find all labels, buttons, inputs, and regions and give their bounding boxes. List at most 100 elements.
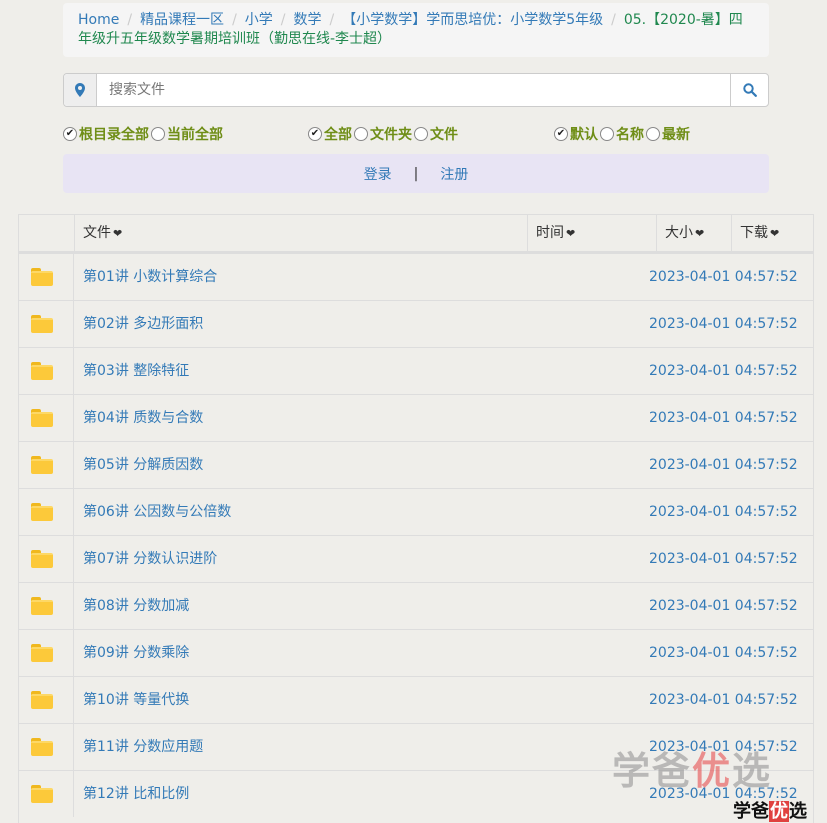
table-row[interactable]: 第05讲 分解质因数 2023-04-01 04:57:52 <box>19 441 813 488</box>
table-row[interactable]: 第01讲 小数计算综合 2023-04-01 04:57:52 <box>19 253 813 300</box>
folder-timestamp[interactable]: 2023-04-01 04:57:52 <box>649 677 798 724</box>
folder-timestamp[interactable]: 2023-04-01 04:57:52 <box>649 489 798 536</box>
folder-link[interactable]: 第11讲 分数应用题 <box>83 724 203 771</box>
folder-timestamp[interactable]: 2023-04-01 04:57:52 <box>649 301 798 348</box>
column-file[interactable]: 文件 ❤ <box>74 215 527 251</box>
folder-icon <box>31 362 53 380</box>
auth-bar: 登录 | 注册 <box>63 154 769 193</box>
folder-icon-cell <box>19 630 74 676</box>
breadcrumb-separator: / <box>280 12 286 28</box>
column-size[interactable]: 大小 ❤ <box>656 215 731 251</box>
folder-link[interactable]: 第04讲 质数与合数 <box>83 395 203 442</box>
breadcrumb-separator: / <box>611 12 616 28</box>
option-sort-default[interactable]: ✔ 默认 <box>554 124 598 144</box>
watermark-badge: 学爸优选 <box>733 801 807 822</box>
folder-link[interactable]: 第06讲 公因数与公倍数 <box>83 489 231 536</box>
folder-timestamp[interactable]: 2023-04-01 04:57:52 <box>649 442 798 489</box>
breadcrumb: Home / 精品课程一区 / 小学 / 数学 / 【小学数学】学而思培优：小学数学5年级/05… <box>63 3 769 57</box>
option-root-all[interactable]: ✔ 根目录全部 <box>63 124 149 144</box>
option-type-all[interactable]: ✔ 全部 <box>308 124 352 144</box>
table-row[interactable]: 第06讲 公因数与公倍数 2023-04-01 04:57:52 <box>19 488 813 535</box>
search-button[interactable] <box>730 74 768 106</box>
folder-icon <box>31 315 53 333</box>
folder-icon <box>31 738 53 756</box>
breadcrumb-separator: / <box>127 12 133 28</box>
breadcrumb-course[interactable]: 【小学数学】学而思培优：小学数学5年级 <box>342 12 603 28</box>
breadcrumb-primary[interactable]: 小学 <box>245 12 273 28</box>
folder-icon-cell <box>19 395 74 441</box>
folder-timestamp[interactable]: 2023-04-01 04:57:52 <box>649 395 798 442</box>
table-row[interactable]: 第07讲 分数认识进阶 2023-04-01 04:57:52 <box>19 535 813 582</box>
folder-link[interactable]: 第12讲 比和比例 <box>83 771 189 818</box>
sort-caret-icon: ❤ <box>695 227 705 240</box>
auth-separator: | <box>413 165 419 182</box>
folder-timestamp[interactable]: 2023-04-01 04:57:52 <box>649 583 798 630</box>
type-filter: ✔ 全部 文件夹 文件 <box>308 124 460 144</box>
folder-link[interactable]: 第08讲 分数加减 <box>83 583 189 630</box>
checkbox[interactable] <box>151 127 165 141</box>
folder-icon-cell <box>19 677 74 723</box>
folder-link[interactable]: 第05讲 分解质因数 <box>83 442 203 489</box>
breadcrumb-math[interactable]: 数学 <box>294 12 322 28</box>
folder-link[interactable]: 第09讲 分数乘除 <box>83 630 189 677</box>
sort-caret-icon: ❤ <box>113 227 123 240</box>
option-current-all[interactable]: 当前全部 <box>151 124 223 144</box>
folder-link[interactable]: 第03讲 整除特征 <box>83 348 189 395</box>
sort-caret-icon: ❤ <box>770 227 780 240</box>
folder-icon <box>31 691 53 709</box>
folder-icon-cell <box>19 771 74 817</box>
folder-icon <box>31 268 53 286</box>
table-row[interactable]: 第08讲 分数加减 2023-04-01 04:57:52 <box>19 582 813 629</box>
folder-timestamp[interactable]: 2023-04-01 04:57:52 <box>649 254 798 301</box>
search-bar <box>63 73 769 107</box>
option-sort-newest[interactable]: 最新 <box>646 124 690 144</box>
folder-icon-cell <box>19 348 74 394</box>
folder-icon <box>31 550 53 568</box>
breadcrumb-zone[interactable]: 精品课程一区 <box>140 12 224 28</box>
checkbox[interactable] <box>646 127 660 141</box>
folder-link[interactable]: 第02讲 多边形面积 <box>83 301 203 348</box>
folder-icon <box>31 456 53 474</box>
folder-link[interactable]: 第07讲 分数认识进阶 <box>83 536 217 583</box>
login-link[interactable]: 登录 <box>364 164 392 184</box>
folder-icon-cell <box>19 254 74 300</box>
option-type-file[interactable]: 文件 <box>414 124 458 144</box>
column-download[interactable]: 下载 ❤ <box>731 215 813 251</box>
folder-link[interactable]: 第10讲 等量代换 <box>83 677 189 724</box>
sort-caret-icon: ❤ <box>566 227 576 240</box>
checkbox[interactable] <box>414 127 428 141</box>
breadcrumb-home[interactable]: Home <box>78 12 119 28</box>
option-type-folder[interactable]: 文件夹 <box>354 124 412 144</box>
folder-timestamp[interactable]: 2023-04-01 04:57:52 <box>649 536 798 583</box>
search-input[interactable] <box>97 74 730 106</box>
table-header: 文件 ❤ 时间 ❤ 大小 ❤ 下载 ❤ <box>19 215 813 253</box>
table-row[interactable]: 第10讲 等量代换 2023-04-01 04:57:52 <box>19 676 813 723</box>
scope-filter: ✔ 根目录全部 当前全部 <box>63 124 225 144</box>
folder-icon-cell <box>19 724 74 770</box>
folder-icon-cell <box>19 583 74 629</box>
register-link[interactable]: 注册 <box>440 164 468 184</box>
table-row[interactable]: 第03讲 整除特征 2023-04-01 04:57:52 <box>19 347 813 394</box>
option-sort-name[interactable]: 名称 <box>600 124 644 144</box>
table-row[interactable]: 第02讲 多边形面积 2023-04-01 04:57:52 <box>19 300 813 347</box>
column-time[interactable]: 时间 ❤ <box>527 215 656 251</box>
folder-icon-cell <box>19 489 74 535</box>
folder-timestamp[interactable]: 2023-04-01 04:57:52 <box>649 348 798 395</box>
watermark-logo: 学爸优选 <box>612 749 773 793</box>
folder-icon-cell <box>19 536 74 582</box>
checkbox[interactable] <box>354 127 368 141</box>
folder-icon <box>31 644 53 662</box>
sort-filter: ✔ 默认 名称 最新 <box>554 124 692 144</box>
checkbox[interactable]: ✔ <box>308 127 322 141</box>
folder-icon <box>31 503 53 521</box>
checkbox[interactable]: ✔ <box>63 127 77 141</box>
table-row[interactable]: 第04讲 质数与合数 2023-04-01 04:57:52 <box>19 394 813 441</box>
folder-timestamp[interactable]: 2023-04-01 04:57:52 <box>649 630 798 677</box>
breadcrumb-separator: / <box>232 12 237 28</box>
folder-link[interactable]: 第01讲 小数计算综合 <box>83 254 217 301</box>
folder-icon-cell <box>19 301 74 347</box>
checkbox[interactable] <box>600 127 614 141</box>
checkbox[interactable]: ✔ <box>554 127 568 141</box>
table-row[interactable]: 第09讲 分数乘除 2023-04-01 04:57:52 <box>19 629 813 676</box>
file-table: 文件 ❤ 时间 ❤ 大小 ❤ 下载 ❤ 第01讲 小数计算综合 2023-04-01 04… <box>18 214 814 823</box>
